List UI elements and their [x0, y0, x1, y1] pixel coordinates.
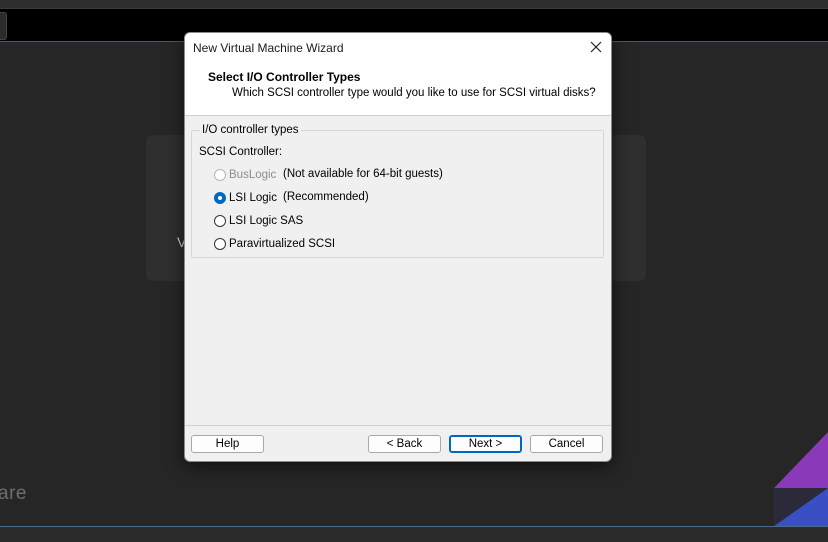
- radio-paravirtualized-scsi[interactable]: Paravirtualized SCSI: [214, 235, 335, 253]
- dialog-titlebar[interactable]: New Virtual Machine Wizard: [185, 33, 611, 62]
- status-strip: [0, 526, 828, 542]
- io-controller-group: I/O controller types SCSI Controller: Bu…: [191, 124, 604, 258]
- footer-divider: [185, 425, 611, 426]
- dialog-title: New Virtual Machine Wizard: [193, 41, 344, 55]
- radio-buslogic[interactable]: BusLogic: [214, 166, 276, 184]
- radio-circle[interactable]: [214, 169, 226, 181]
- help-button[interactable]: Help: [191, 435, 264, 453]
- radio-lsi-logic[interactable]: LSI Logic: [214, 189, 277, 207]
- radio-label: LSI Logic SAS: [229, 215, 304, 227]
- back-button[interactable]: < Back: [368, 435, 441, 453]
- step-subtitle: Which SCSI controller type would you lik…: [232, 87, 596, 99]
- group-title: I/O controller types: [200, 124, 301, 136]
- close-button[interactable]: [581, 33, 611, 62]
- next-button[interactable]: Next >: [449, 435, 522, 453]
- radio-circle[interactable]: [214, 238, 226, 250]
- new-vm-wizard-dialog: New Virtual Machine Wizard Select I/O Co…: [184, 32, 612, 462]
- cancel-button[interactable]: Cancel: [530, 435, 603, 453]
- radio-lsi-logic-sas[interactable]: LSI Logic SAS: [214, 212, 303, 230]
- scsi-controller-label: SCSI Controller:: [199, 146, 283, 158]
- radio-label: BusLogic: [229, 169, 277, 181]
- radio-label: Paravirtualized SCSI: [229, 238, 336, 250]
- wizard-header: Select I/O Controller Types Which SCSI c…: [185, 62, 611, 116]
- radio-note: (Recommended): [283, 191, 369, 203]
- radio-label: LSI Logic: [229, 192, 277, 204]
- radio-circle[interactable]: [214, 192, 226, 204]
- step-title: Select I/O Controller Types: [208, 70, 361, 84]
- radio-note: (Not available for 64-bit guests): [283, 168, 443, 180]
- radio-circle[interactable]: [214, 215, 226, 227]
- close-icon: [590, 41, 602, 53]
